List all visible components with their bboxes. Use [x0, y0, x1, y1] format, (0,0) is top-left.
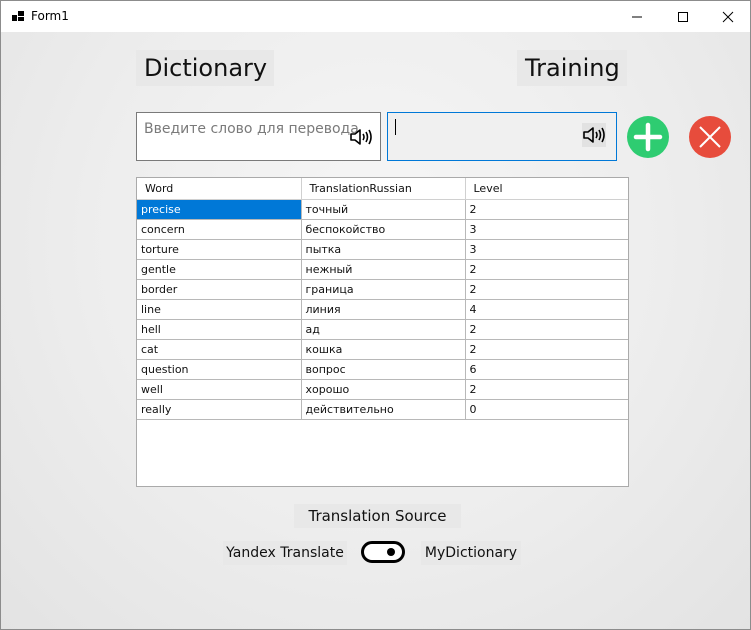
word-cell[interactable]: line [137, 299, 302, 320]
maximize-icon [678, 11, 688, 22]
level-cell[interactable]: 4 [465, 299, 628, 320]
translation-cell[interactable]: вопрос [301, 359, 466, 380]
level-cell[interactable]: 6 [465, 359, 628, 380]
word-input[interactable]: Введите слово для перевода [136, 112, 381, 161]
window-title: Form1 [31, 9, 69, 23]
table-row[interactable]: border граница 2 [137, 279, 628, 300]
minimize-button[interactable] [614, 1, 660, 32]
dictionary-heading[interactable]: Dictionary [136, 50, 274, 86]
table-row[interactable]: question вопрос 6 [137, 359, 628, 380]
speaker-icon[interactable] [349, 125, 373, 149]
column-header-translation[interactable]: TranslationRussian [301, 178, 466, 200]
column-header-level[interactable]: Level [465, 178, 628, 200]
word-cell[interactable]: border [137, 279, 302, 300]
title-bar[interactable]: Form1 [1, 1, 750, 32]
translation-cell[interactable]: хорошо [301, 379, 466, 400]
word-cell[interactable]: cat [137, 339, 302, 360]
level-cell[interactable]: 2 [465, 339, 628, 360]
level-cell[interactable]: 2 [465, 199, 628, 220]
translation-cell[interactable]: нежный [301, 259, 466, 280]
table-row[interactable]: really действительно 0 [137, 399, 628, 420]
level-cell[interactable]: 3 [465, 219, 628, 240]
level-cell[interactable]: 2 [465, 319, 628, 340]
add-button[interactable] [627, 116, 669, 158]
translation-cell[interactable]: беспокойство [301, 219, 466, 240]
table-row[interactable]: line линия 4 [137, 299, 628, 320]
app-icon [12, 11, 24, 21]
translation-cell[interactable]: точный [301, 199, 466, 220]
translation-cell[interactable]: кошка [301, 339, 466, 360]
level-cell[interactable]: 3 [465, 239, 628, 260]
table-row[interactable]: cat кошка 2 [137, 339, 628, 360]
maximize-button[interactable] [660, 1, 706, 32]
table-row[interactable]: concern беспокойство 3 [137, 219, 628, 240]
close-window-button[interactable] [705, 1, 750, 32]
dictionary-table: Word TranslationRussian Level precise точ… [137, 178, 628, 420]
close-window-icon [722, 11, 734, 22]
translation-input[interactable] [387, 112, 617, 161]
column-header-word[interactable]: Word [137, 178, 302, 200]
word-cell[interactable]: question [137, 359, 302, 380]
level-cell[interactable]: 2 [465, 259, 628, 280]
table-row[interactable]: precise точный 2 [137, 199, 628, 220]
speaker-icon[interactable] [582, 123, 606, 147]
minimize-icon [632, 16, 642, 17]
word-cell[interactable]: torture [137, 239, 302, 260]
table-body: precise точный 2 concern беспокойство 3 tortur… [137, 199, 628, 420]
word-cell[interactable]: really [137, 399, 302, 420]
table-row[interactable]: torture пытка 3 [137, 239, 628, 260]
dictionary-grid[interactable]: Word TranslationRussian Level precise точ… [136, 177, 629, 487]
word-cell[interactable]: precise [137, 199, 302, 220]
yandex-translate-label: Yandex Translate [223, 541, 347, 565]
table-row[interactable]: well хорошо 2 [137, 379, 628, 400]
translation-cell[interactable]: ад [301, 319, 466, 340]
table-row[interactable]: hell ад 2 [137, 319, 628, 340]
translation-cell[interactable]: пытка [301, 239, 466, 260]
text-cursor [395, 119, 396, 135]
translation-source-label: Translation Source [294, 504, 461, 528]
translation-cell[interactable]: действительно [301, 399, 466, 420]
main-window: Form1 Dictionary Training Введите слово … [0, 0, 751, 630]
table-header-row: Word TranslationRussian Level [137, 178, 628, 200]
close-icon [699, 126, 721, 148]
toggle-knob [387, 548, 395, 556]
word-input-placeholder: Введите слово для перевода [144, 121, 359, 137]
delete-button[interactable] [689, 116, 731, 158]
training-heading[interactable]: Training [517, 50, 627, 86]
word-cell[interactable]: gentle [137, 259, 302, 280]
word-cell[interactable]: hell [137, 319, 302, 340]
plus-icon [633, 122, 663, 152]
word-cell[interactable]: well [137, 379, 302, 400]
translation-cell[interactable]: линия [301, 299, 466, 320]
mydictionary-label: MyDictionary [421, 541, 521, 565]
word-cell[interactable]: concern [137, 219, 302, 240]
level-cell[interactable]: 0 [465, 399, 628, 420]
level-cell[interactable]: 2 [465, 379, 628, 400]
table-row[interactable]: gentle нежный 2 [137, 259, 628, 280]
translation-cell[interactable]: граница [301, 279, 466, 300]
level-cell[interactable]: 2 [465, 279, 628, 300]
translation-source-toggle[interactable] [361, 541, 405, 563]
